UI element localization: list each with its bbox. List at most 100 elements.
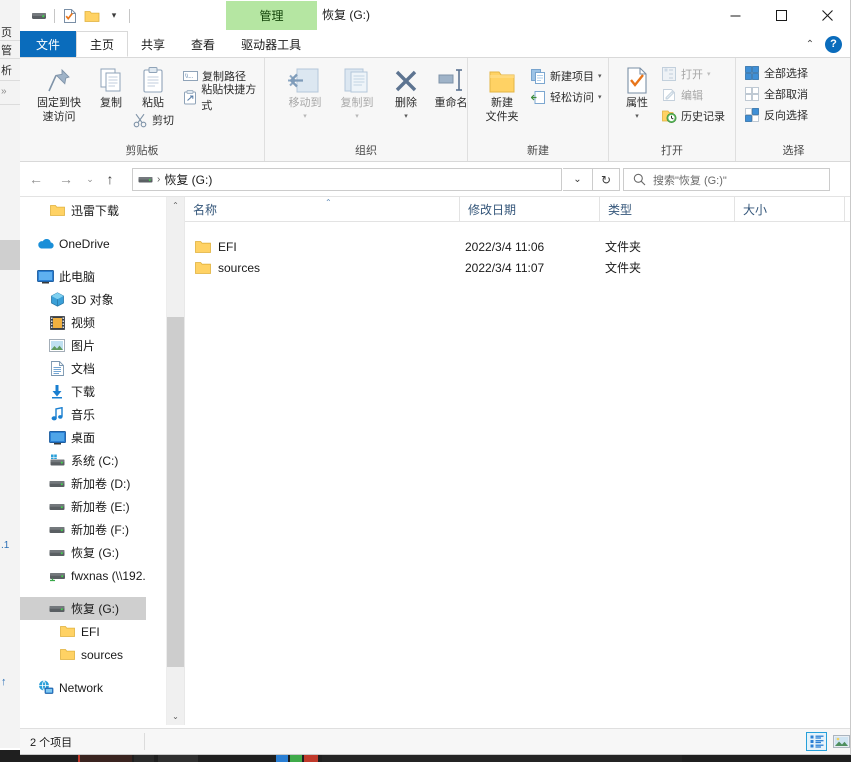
- new-folder-icon[interactable]: [81, 5, 103, 27]
- nav-item-music[interactable]: 音乐: [20, 403, 146, 426]
- downloads-icon: [48, 384, 66, 400]
- tab-share-label: 共享: [141, 37, 166, 52]
- history-label: 历史记录: [681, 111, 725, 123]
- pin-to-quick-access-button[interactable]: 固定到快 速访问: [28, 62, 90, 124]
- column-header-name-label: 名称: [193, 202, 218, 217]
- nav-item-downloads[interactable]: 下载: [20, 380, 146, 403]
- properties-button[interactable]: 属性 ▾: [615, 62, 659, 124]
- navigation-pane[interactable]: 迅雷下载 OneDrive 此电脑 3D 对象 视频 图片 文档 下载 音乐 桌…: [20, 197, 146, 725]
- select-none-button[interactable]: 全部取消: [744, 84, 808, 104]
- navigation-pane-scrollbar[interactable]: ⌃ ⌄: [166, 197, 184, 725]
- scroll-down-button[interactable]: ⌄: [167, 708, 184, 725]
- collapse-ribbon-button[interactable]: ⌃: [801, 39, 819, 50]
- easy-access-button[interactable]: 轻松访问 ▾: [530, 87, 602, 107]
- up-button[interactable]: ↑: [100, 169, 120, 189]
- column-header-date-modified[interactable]: 修改日期: [460, 197, 600, 221]
- copy-path-icon: \\...: [182, 68, 198, 84]
- bg-fragment: »: [1, 86, 7, 97]
- refresh-button[interactable]: ↻: [593, 168, 620, 191]
- tab-share[interactable]: 共享: [128, 31, 178, 57]
- nav-item-sources[interactable]: sources: [20, 643, 146, 666]
- back-button[interactable]: ←: [26, 169, 46, 189]
- nav-item-this-pc[interactable]: 此电脑: [20, 265, 146, 288]
- nav-item-videos[interactable]: 视频: [20, 311, 146, 334]
- recent-locations-button[interactable]: ⌄: [80, 169, 100, 189]
- file-list-view[interactable]: 名称 ⌃ 修改日期 类型 大小 EFI 2022/3/4 11:06 文件夹 s…: [184, 197, 850, 725]
- easy-access-caret-icon: ▾: [598, 94, 602, 101]
- nav-item-onedrive[interactable]: OneDrive: [20, 232, 146, 255]
- column-header-size[interactable]: 大小: [735, 197, 845, 221]
- column-header-type[interactable]: 类型: [600, 197, 735, 221]
- nav-item-recovery-g-selected[interactable]: 恢复 (G:): [20, 597, 146, 620]
- delete-button[interactable]: 删除 ▾: [385, 62, 427, 124]
- paste-shortcut-button[interactable]: 粘贴快捷方式: [182, 84, 264, 112]
- tab-home[interactable]: 主页: [76, 31, 129, 57]
- ribbon-group-open-label: 打开: [661, 145, 683, 157]
- copy-to-button[interactable]: 复制到 ▾: [331, 62, 383, 124]
- scrollbar-thumb[interactable]: [167, 317, 184, 667]
- chevron-down-icon: ⌄: [573, 174, 582, 185]
- nav-item-system-c[interactable]: 系统 (C:): [20, 449, 146, 472]
- table-row[interactable]: sources 2022/3/4 11:07 文件夹: [185, 257, 850, 278]
- nav-item-desktop[interactable]: 桌面: [20, 426, 146, 449]
- close-button[interactable]: [804, 0, 850, 31]
- nav-item-volume-d[interactable]: 新加卷 (D:): [20, 472, 146, 495]
- forward-button[interactable]: →: [56, 169, 76, 189]
- drive-icon[interactable]: [28, 5, 50, 27]
- nav-item-volume-e[interactable]: 新加卷 (E:): [20, 495, 146, 518]
- address-bar: ← → ⌄ ↑ › 恢复 (G:) ⌄ ↻ 搜索"恢复 (G:)": [20, 162, 850, 197]
- invert-selection-button[interactable]: 反向选择: [744, 105, 808, 125]
- nav-item-xunlei-downloads[interactable]: 迅雷下载: [20, 199, 146, 222]
- tab-file-label: 文件: [36, 37, 61, 52]
- nav-item-efi[interactable]: EFI: [20, 620, 146, 643]
- new-folder-button[interactable]: 新建 文件夹: [476, 62, 528, 124]
- nav-item-label: 桌面: [71, 431, 96, 445]
- nav-item-volume-f[interactable]: 新加卷 (F:): [20, 518, 146, 541]
- scroll-up-button[interactable]: ⌃: [167, 197, 184, 214]
- pin-icon: [45, 62, 73, 96]
- move-to-button[interactable]: 移动到 ▾: [279, 62, 331, 124]
- nav-item-recovery-g[interactable]: 恢复 (G:): [20, 541, 146, 564]
- file-name-cell: sources: [195, 257, 260, 278]
- tab-drive-tools[interactable]: 驱动器工具: [228, 31, 315, 57]
- pictures-icon: [48, 338, 66, 354]
- breadcrumb-item-drive[interactable]: 恢复 (G:): [164, 171, 212, 188]
- nav-item-pictures[interactable]: 图片: [20, 334, 146, 357]
- window-controls: [712, 0, 850, 31]
- tab-view[interactable]: 查看: [178, 31, 228, 57]
- history-button[interactable]: 历史记录: [661, 106, 725, 126]
- breadcrumb-separator[interactable]: ›: [157, 174, 160, 185]
- table-row[interactable]: EFI 2022/3/4 11:06 文件夹: [185, 236, 850, 257]
- maximize-button[interactable]: [758, 0, 804, 31]
- chevron-up-icon: ⌃: [805, 38, 815, 50]
- nav-item-3d-objects[interactable]: 3D 对象: [20, 288, 146, 311]
- nav-item-network[interactable]: Network: [20, 676, 146, 699]
- properties-caret-icon: ▾: [635, 113, 639, 120]
- address-dropdown-button[interactable]: ⌄: [563, 168, 593, 191]
- history-icon: [661, 108, 677, 124]
- new-item-button[interactable]: 新建项目 ▾: [530, 66, 602, 86]
- select-all-button[interactable]: 全部选择: [744, 63, 808, 83]
- tab-file[interactable]: 文件: [20, 31, 77, 57]
- large-icons-view-button[interactable]: [831, 732, 850, 751]
- details-view-button[interactable]: [806, 732, 827, 751]
- paste-button[interactable]: 粘贴: [132, 62, 174, 110]
- folder-icon: [58, 647, 76, 663]
- column-header-name[interactable]: 名称 ⌃: [185, 197, 460, 221]
- help-button[interactable]: ?: [825, 35, 842, 53]
- nav-item-fwxnas[interactable]: fwxnas (\\192.1: [20, 564, 146, 587]
- edit-button[interactable]: 编辑: [661, 85, 703, 105]
- open-button[interactable]: 打开 ▾: [661, 64, 711, 84]
- minimize-button[interactable]: [712, 0, 758, 31]
- customize-caret-icon[interactable]: ▾: [103, 5, 125, 27]
- easy-access-label: 轻松访问: [550, 92, 594, 104]
- file-type-cell: 文件夹: [605, 261, 642, 275]
- cut-button[interactable]: 剪切: [132, 110, 174, 130]
- nav-item-documents[interactable]: 文档: [20, 357, 146, 380]
- address-input[interactable]: › 恢复 (G:): [132, 168, 562, 191]
- search-box[interactable]: 搜索"恢复 (G:)": [623, 168, 830, 191]
- new-item-caret-icon: ▾: [598, 73, 602, 80]
- nav-item-label: 此电脑: [59, 270, 96, 284]
- copy-button[interactable]: 复制: [90, 62, 132, 110]
- properties-icon[interactable]: [59, 5, 81, 27]
